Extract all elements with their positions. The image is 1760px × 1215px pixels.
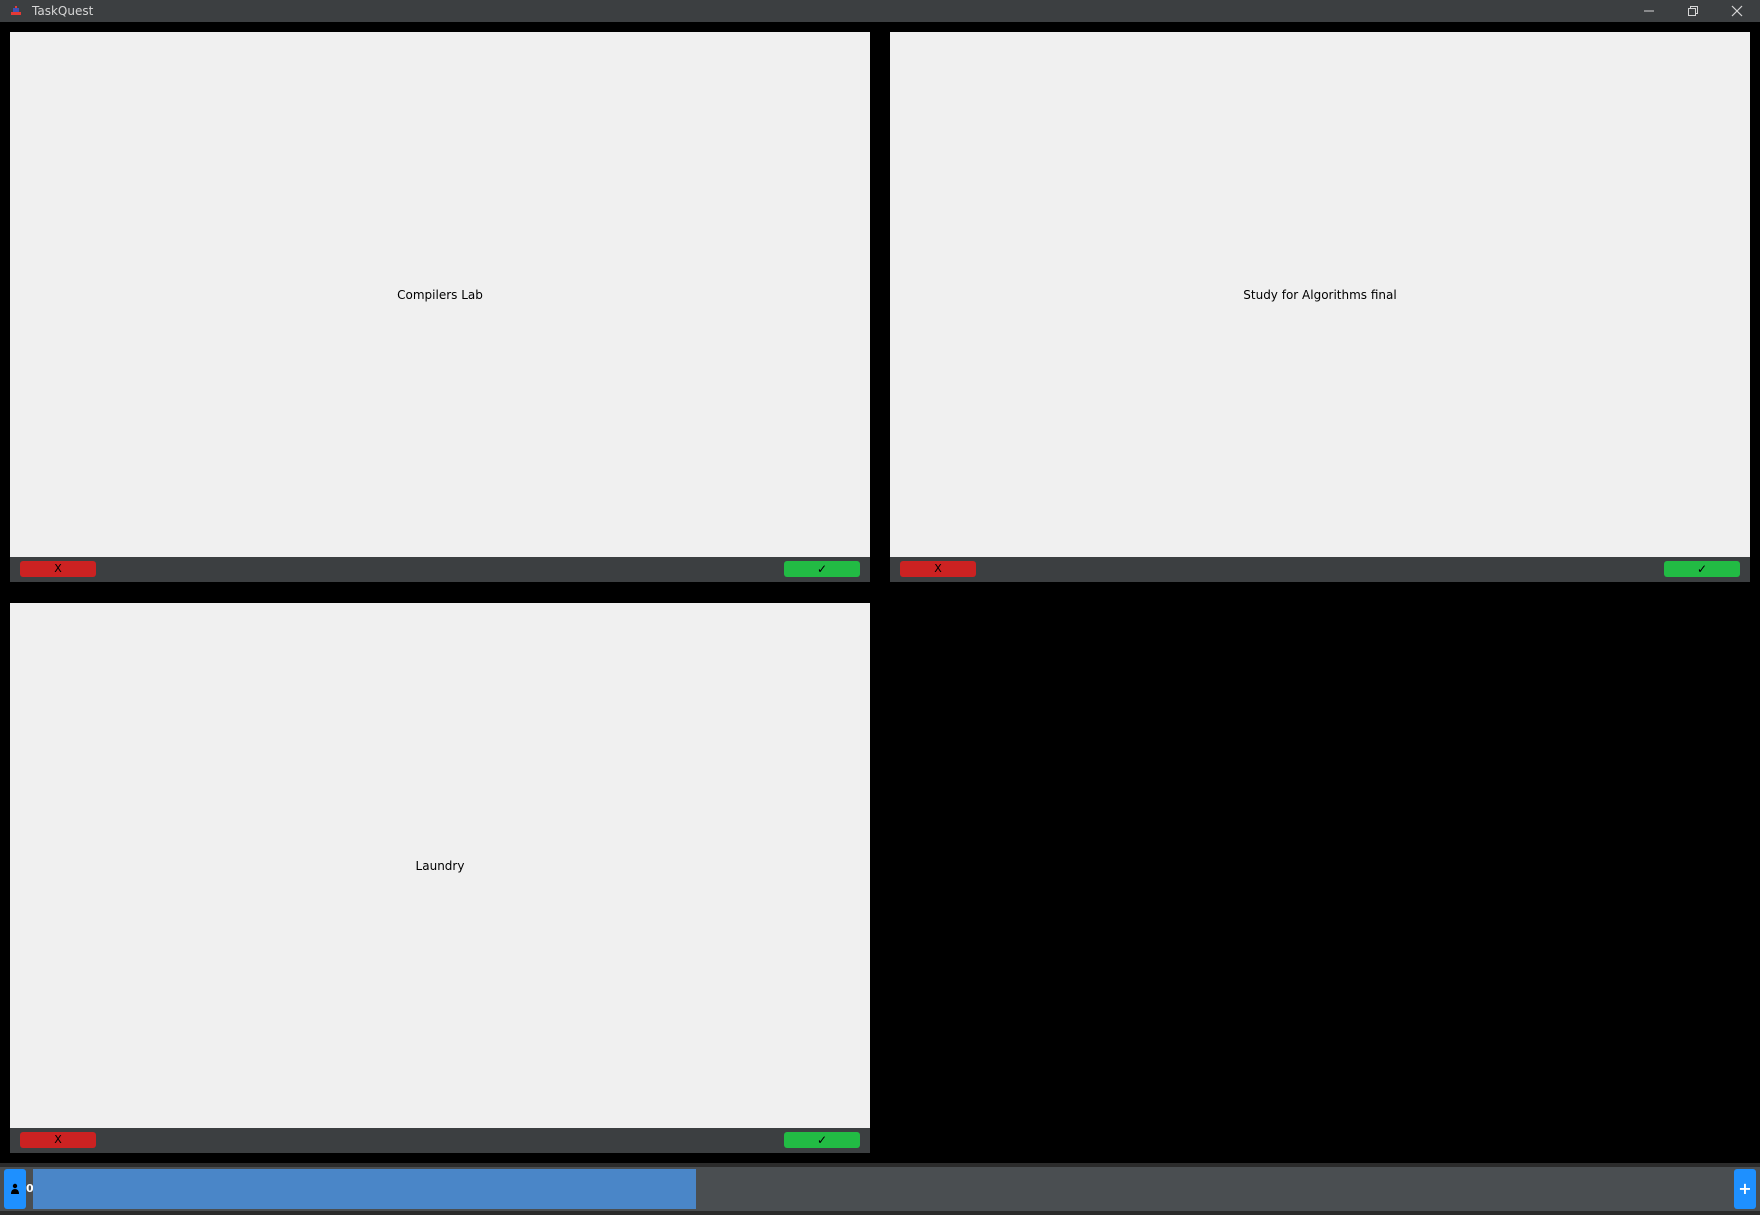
restore-button[interactable] <box>1671 0 1715 22</box>
task-card-footer: X ✓ <box>890 557 1750 582</box>
task-card: Compilers Lab X ✓ <box>10 32 870 582</box>
progress-bar <box>33 1169 1733 1209</box>
add-task-button[interactable]: + <box>1734 1169 1756 1209</box>
task-card-footer: X ✓ <box>10 1128 870 1153</box>
close-icon <box>1731 5 1743 17</box>
task-card: Study for Algorithms final X ✓ <box>890 32 1750 582</box>
complete-task-button[interactable]: ✓ <box>784 1132 860 1148</box>
task-card: Laundry X ✓ <box>10 603 870 1153</box>
task-card-body: Laundry <box>10 603 870 1128</box>
progress-bar-fill <box>33 1169 696 1209</box>
status-bar-inner: 0 + <box>0 1167 1760 1211</box>
task-title: Compilers Lab <box>397 287 483 302</box>
complete-task-button[interactable]: ✓ <box>784 561 860 577</box>
reject-task-button[interactable]: X <box>20 561 96 577</box>
user-button[interactable] <box>4 1169 26 1209</box>
minimize-button[interactable] <box>1627 0 1671 22</box>
task-title: Study for Algorithms final <box>1243 287 1397 302</box>
window-title: TaskQuest <box>32 4 94 18</box>
app-icon <box>11 6 21 15</box>
user-icon <box>11 1183 19 1194</box>
task-title: Laundry <box>415 858 465 873</box>
restore-icon <box>1688 6 1698 16</box>
minimize-icon <box>1644 10 1654 12</box>
status-bar: 0 + <box>0 1163 1760 1215</box>
reject-task-button[interactable]: X <box>900 561 976 577</box>
complete-task-button[interactable]: ✓ <box>1664 561 1740 577</box>
task-card-body: Study for Algorithms final <box>890 32 1750 557</box>
task-card-footer: X ✓ <box>10 557 870 582</box>
close-button[interactable] <box>1715 0 1759 22</box>
reject-task-button[interactable]: X <box>20 1132 96 1148</box>
task-grid: Compilers Lab X ✓ Study for Algorithms f… <box>0 22 1760 1163</box>
task-card-body: Compilers Lab <box>10 32 870 557</box>
title-bar: TaskQuest <box>0 0 1760 22</box>
